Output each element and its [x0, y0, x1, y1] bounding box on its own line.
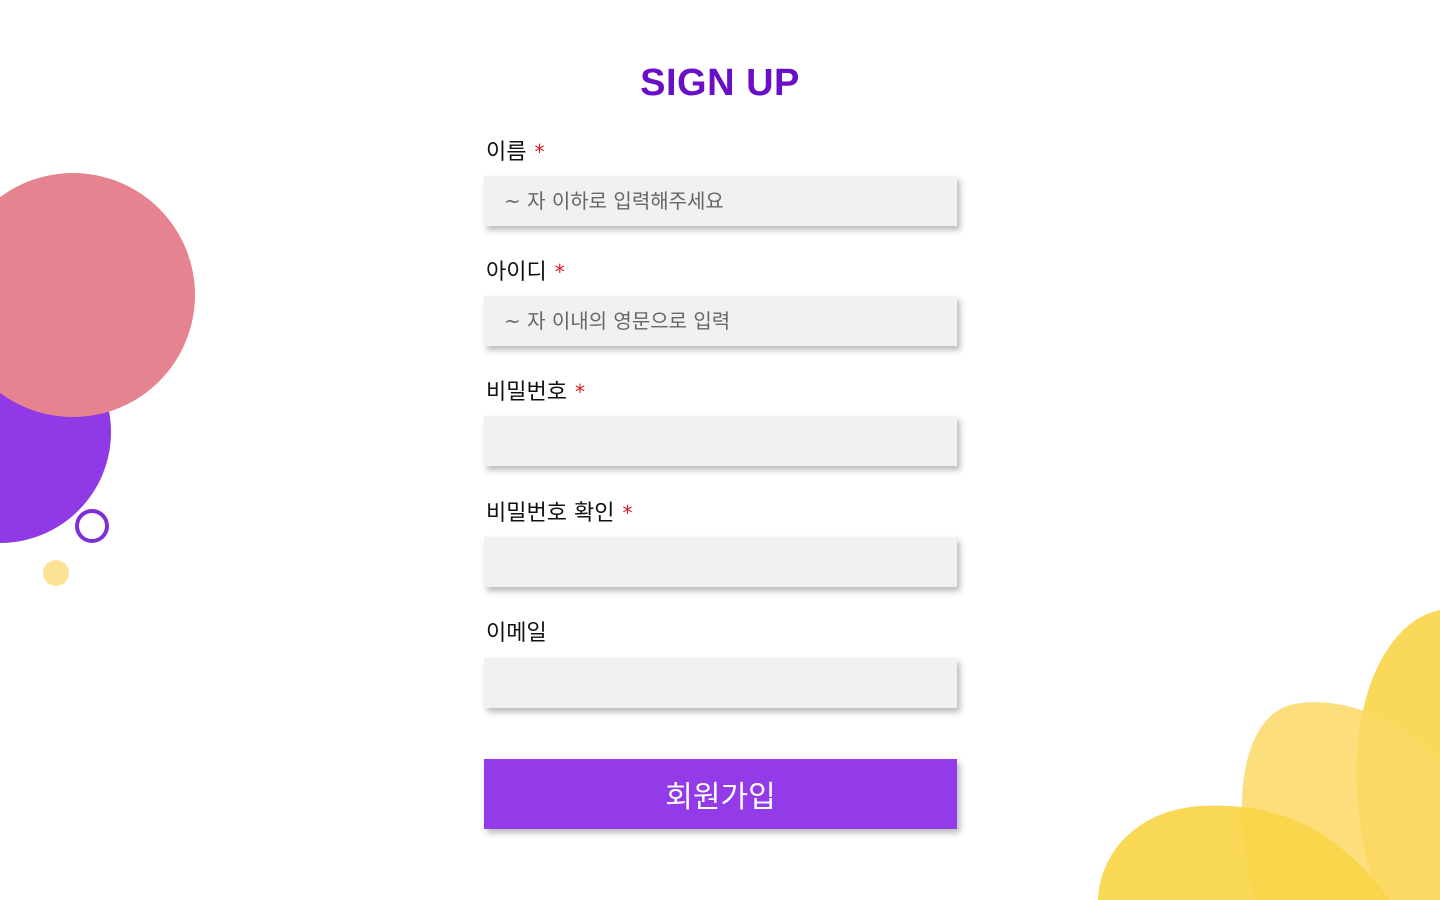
password-confirm-label: 비밀번호 확인 *	[486, 498, 632, 529]
pink-circle-decoration	[0, 173, 195, 417]
email-label-text: 이메일	[486, 621, 547, 646]
decorative-petals-right	[1098, 610, 1440, 900]
name-label: 이름 *	[486, 137, 544, 168]
password-input[interactable]	[484, 416, 957, 466]
purple-ring-decoration	[75, 509, 109, 543]
password-confirm-label-text: 비밀번호 확인	[486, 501, 615, 526]
email-input[interactable]	[484, 658, 957, 708]
id-input[interactable]	[484, 296, 957, 346]
decorative-circles-left	[0, 173, 195, 586]
name-input[interactable]	[484, 176, 957, 226]
required-mark: *	[534, 140, 545, 164]
signup-submit-button[interactable]: 회원가입	[484, 759, 957, 829]
id-label: 아이디 *	[486, 257, 565, 288]
page-title: SIGN UP	[640, 62, 800, 104]
required-mark: *	[622, 501, 633, 525]
password-confirm-input[interactable]	[484, 537, 957, 587]
email-label: 이메일	[486, 619, 547, 649]
password-label-text: 비밀번호	[486, 380, 567, 405]
required-mark: *	[554, 260, 565, 284]
id-label-text: 아이디	[486, 260, 547, 285]
required-mark: *	[574, 380, 585, 404]
yellow-dot-decoration	[43, 560, 69, 586]
signup-page: SIGN UP 이름 * 아이디 * 비밀번호 * 비밀번호 확인 * 이메일 회원가입	[0, 0, 1440, 900]
name-label-text: 이름	[486, 140, 527, 165]
password-label: 비밀번호 *	[486, 377, 585, 408]
